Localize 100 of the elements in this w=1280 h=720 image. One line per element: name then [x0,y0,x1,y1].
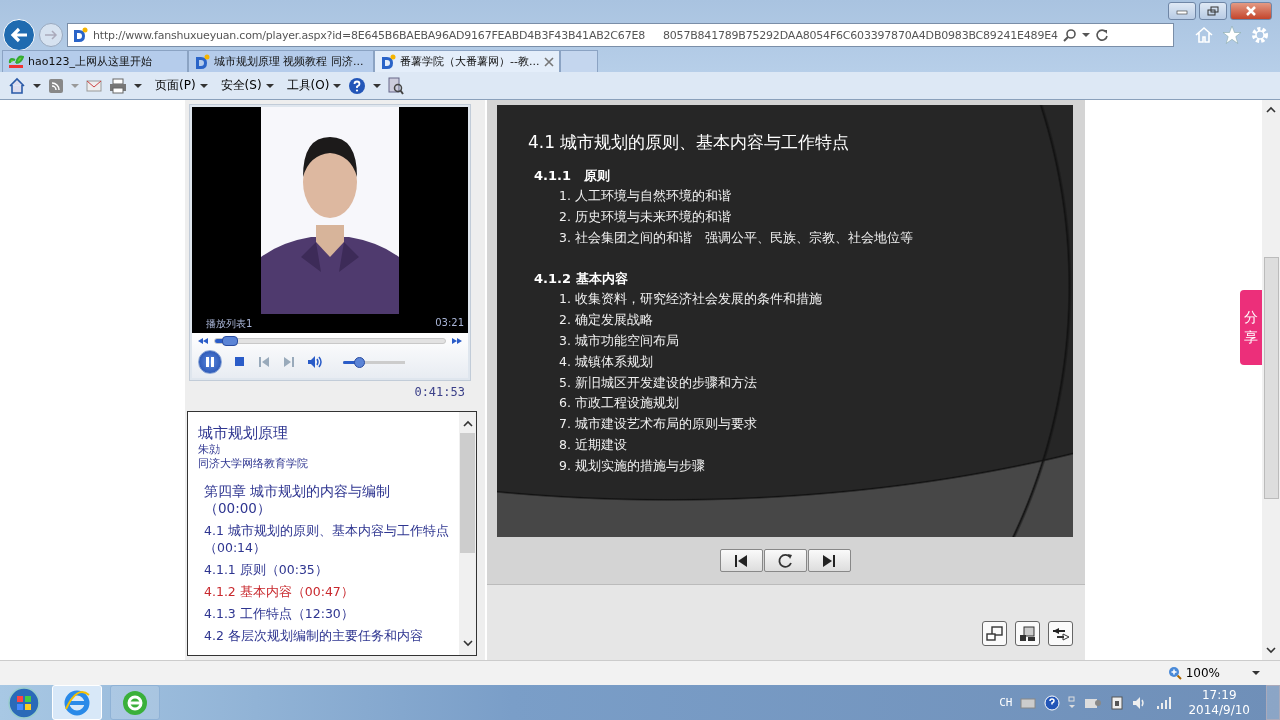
scroll-up-icon[interactable] [462,420,473,427]
outline-link[interactable]: 4.1.2 基本内容（00:47） [204,583,451,600]
slide-bullet: 1. 收集资料，研究经济社会发展的条件和措施 [558,290,823,309]
caret-icon [199,82,208,89]
rewind-icon[interactable] [198,338,208,344]
restore-icon [1207,6,1219,16]
signal-icon[interactable] [1156,695,1173,710]
star-icon[interactable] [1222,25,1242,45]
home-icon[interactable] [8,76,26,95]
minimize-button[interactable] [1168,2,1196,20]
teacher-name: 朱勍 [198,443,221,457]
feed-icon[interactable] [48,77,64,94]
zoom-icon [1167,666,1182,680]
refresh-icon[interactable] [1094,28,1109,42]
dropdown-icon[interactable] [134,82,142,89]
next-slide-button[interactable] [807,549,851,572]
slide-bullet: 2. 确定发展战略 [558,311,654,330]
arrows-icon [1050,626,1071,641]
volume-handle[interactable] [353,356,365,368]
dropdown-icon[interactable] [1252,670,1260,676]
seek-handle[interactable] [221,336,238,346]
restore-button[interactable] [1199,2,1227,20]
help-icon[interactable] [1044,694,1061,711]
help-icon[interactable] [348,76,367,95]
site-icon [72,27,88,43]
replay-button[interactable] [763,549,807,572]
dropdown-icon[interactable] [1081,32,1090,38]
dropdown-icon[interactable] [33,82,41,89]
screens-icon [1018,625,1037,642]
clock-time: 17:19 [1201,687,1237,703]
windows-icon [985,625,1004,642]
slide-bullet: 4. 城镇体系规划 [558,352,654,371]
seek-bar[interactable] [214,338,446,344]
back-button[interactable] [3,19,35,51]
browser-icon [63,688,91,717]
slide-bullet: 7. 城市建设艺术布局的原则与要求 [558,415,758,434]
menu-button[interactable]: 工具(O) [286,77,342,94]
swap-button[interactable] [1048,621,1073,646]
share-tab[interactable]: 分享 [1240,290,1262,366]
outline-link[interactable]: 4.1 城市规划的原则、基本内容与工作特点（00:14） [204,522,451,556]
site-icon [380,53,396,70]
fast-forward-icon[interactable] [452,338,462,344]
slide-heading: 4.1.2 基本内容 [533,270,629,289]
outline-link[interactable]: 4.2 各层次规划编制的主要任务和内容 [204,627,451,644]
browser-tab[interactable]: hao123_上网从这里开始 [2,50,188,72]
close-icon [1245,6,1257,16]
scroll-down-icon[interactable] [462,640,473,647]
page-scrollbar[interactable] [1262,100,1280,660]
power-icon[interactable] [1110,694,1125,711]
previous-icon [734,554,748,567]
slide-heading: 4.1.1 原则 [533,167,611,185]
dropdown-icon[interactable] [373,82,382,89]
back-arrow-icon [9,26,29,44]
close-button[interactable] [1230,2,1272,20]
minimize-icon [1176,7,1188,15]
slide-bullet: 3. 城市功能空间布局 [558,332,680,350]
slide-bullet: 8. 近期建设 [558,435,628,454]
course-title: 城市规划原理 [198,424,289,443]
address-field[interactable]: http://www.fanshuxueyuan.com/player.aspx?id=8E645B6BAEBA96AD9167FEABD4B3F43B41AB2C67E8 8057B841789B75292DAA8054F6C603397870A4DB0983BC89241E489E4 [67,23,1174,47]
caret-icon [333,82,342,89]
replay-icon [776,551,794,570]
fullscreen-button[interactable] [1015,621,1040,646]
slide-bullet: 6. 市政工程设施规划 [558,394,680,413]
outline-link[interactable]: 第四章 城市规划的内容与编制（00:00） [204,483,451,517]
scroll-down-icon[interactable] [1266,647,1276,654]
pause-button[interactable] [198,350,222,374]
outline-link[interactable]: 4.1.3 工作特点（12:30） [204,605,451,622]
next-icon [822,554,836,567]
stop-icon[interactable] [235,357,245,367]
menu-button[interactable]: 安全(S) [220,77,274,94]
elapsed-time: 0:41:53 [414,385,465,399]
previous-slide-button[interactable] [719,549,763,572]
mail-icon[interactable] [86,78,102,93]
close-icon[interactable] [544,56,554,67]
scroll-up-icon[interactable] [1266,106,1276,113]
volume-icon[interactable] [308,356,324,368]
zoom-level[interactable]: 100% [1185,666,1220,680]
browser-icon [121,688,149,717]
clock-date: 2014/9/10 [1188,702,1250,718]
slide-title: 4.1 城市规划的原则、基本内容与工作特点 [528,131,851,154]
search-icon[interactable] [1062,28,1077,42]
browser-tab[interactable]: 番薯学院（大番薯网）--教... [374,50,560,72]
slide-bullet: 5. 新旧城区开发建设的步骤和方法 [558,373,758,392]
duration-label: 03:21 [435,317,464,330]
outline-link[interactable]: 4.1.1 原则（00:35） [204,561,451,578]
playlist-label: 播放列表1 [206,317,253,331]
menu-button[interactable]: 页面(P) [155,77,208,94]
school-name: 同济大学网络教育学院 [198,457,309,471]
forward-arrow-icon [44,29,58,41]
site-icon [194,53,210,70]
printer-icon[interactable] [109,77,127,94]
browser-tab[interactable]: 城市规划原理 视频教程 同济... [188,50,374,72]
pause-icon [205,357,215,367]
slide-bullet: 1. 人工环境与自然环境的和谐 [558,187,732,205]
slide-bullet: 2. 历史环境与未来环境的和谐 [558,207,732,226]
leaf-icon [8,54,24,69]
taskbar-app[interactable] [110,685,160,720]
research-icon[interactable] [388,76,405,95]
window-mode-button[interactable] [982,621,1007,646]
scrollbar[interactable] [459,412,476,655]
